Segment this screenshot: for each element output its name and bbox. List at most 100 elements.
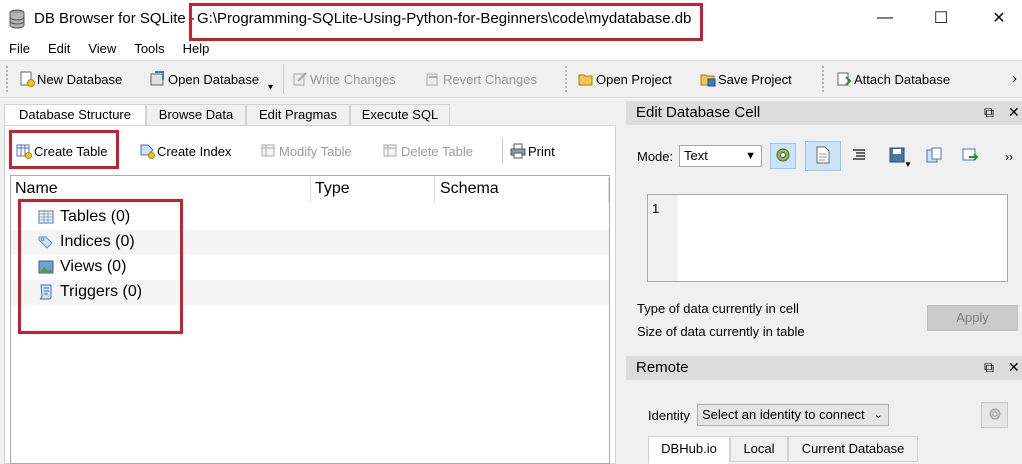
- open-project-label: Open Project: [596, 71, 672, 87]
- write-changes-icon: [292, 71, 308, 87]
- dock-float-icon[interactable]: ⧉: [984, 359, 994, 376]
- create-index-label: Create Index: [157, 143, 232, 159]
- toolbar-overflow-icon[interactable]: ›: [1012, 70, 1017, 87]
- edit-cell-dock-title: Edit Database Cell: [626, 101, 1022, 125]
- save-project-icon: [700, 71, 716, 87]
- database-path: G:\Programming-SQLite-Using-Python-for-B…: [197, 10, 692, 27]
- column-separator: [434, 177, 435, 203]
- identity-label: Identity: [648, 408, 690, 423]
- cell-editor[interactable]: [647, 194, 1008, 282]
- chevron-down-icon: ⌄: [873, 409, 883, 421]
- menu-bar: File Edit View Tools Help: [0, 39, 1022, 59]
- attach-database-label: Attach Database: [854, 71, 951, 87]
- cell-size-info: Size of data currently in table: [637, 324, 805, 339]
- modify-table-button[interactable]: Modify Table: [261, 141, 352, 161]
- mode-label: Mode:: [637, 149, 674, 164]
- remote-dock-title: Remote: [626, 356, 1022, 380]
- dock-close-icon[interactable]: ✕: [1008, 104, 1020, 121]
- chevron-down-icon: ▼: [745, 150, 756, 162]
- toolbar-grip: [6, 66, 10, 92]
- close-button[interactable]: ✕: [976, 0, 1022, 36]
- word-wrap-button[interactable]: [805, 141, 841, 171]
- menu-file[interactable]: File: [9, 39, 30, 59]
- new-database-button[interactable]: New Database: [19, 68, 122, 90]
- database-app-icon: [8, 9, 26, 29]
- create-table-highlight-box: [9, 130, 119, 169]
- menu-tools[interactable]: Tools: [134, 39, 164, 59]
- attach-database-button[interactable]: Attach Database: [836, 68, 950, 90]
- gear-icon: [774, 146, 792, 167]
- delete-table-label: Delete Table: [401, 143, 474, 159]
- export-button[interactable]: [921, 143, 947, 169]
- align-lines-icon: [851, 147, 867, 166]
- print-button[interactable]: Print: [510, 141, 555, 161]
- open-database-dropdown-icon[interactable]: ▾: [268, 82, 273, 93]
- tab-local[interactable]: Local: [730, 436, 788, 462]
- dock-float-icon[interactable]: ⧉: [984, 104, 994, 121]
- print-label: Print: [528, 143, 555, 159]
- modify-table-icon: [261, 143, 277, 159]
- revert-changes-label: Revert Changes: [443, 71, 537, 87]
- column-header-name[interactable]: Name: [15, 180, 58, 198]
- menu-help[interactable]: Help: [183, 39, 210, 59]
- identity-select-value: Select an identity to connect: [702, 407, 865, 422]
- menu-view[interactable]: View: [88, 39, 116, 59]
- mode-select[interactable]: Text ▼: [679, 145, 762, 167]
- maximize-button[interactable]: ☐: [918, 0, 964, 36]
- new-database-label: New Database: [37, 71, 123, 87]
- minimize-button[interactable]: —: [862, 0, 908, 36]
- more-tools-icon[interactable]: ››: [1005, 150, 1013, 164]
- indent-button[interactable]: [846, 143, 872, 169]
- tab-browse-data[interactable]: Browse Data: [146, 104, 246, 126]
- apply-button[interactable]: Apply: [927, 305, 1018, 331]
- write-changes-label: Write Changes: [310, 71, 396, 87]
- cell-type-info: Type of data currently in cell: [637, 301, 799, 316]
- printer-icon: [510, 143, 526, 159]
- tree-highlight-box: [18, 199, 183, 334]
- tab-dbhub[interactable]: DBHub.io: [648, 436, 730, 464]
- tab-current-database[interactable]: Current Database: [788, 436, 918, 462]
- arrow-right-icon: [961, 146, 979, 167]
- menu-edit[interactable]: Edit: [48, 39, 70, 59]
- identity-select[interactable]: Select an identity to connect ⌄: [697, 404, 889, 426]
- column-separator: [608, 177, 609, 203]
- tab-database-structure[interactable]: Database Structure: [4, 104, 146, 127]
- delete-table-button[interactable]: Delete Table: [383, 141, 473, 161]
- dock-close-icon[interactable]: ✕: [1008, 359, 1020, 376]
- open-project-icon: [578, 71, 594, 87]
- mode-select-value: Text: [684, 148, 708, 163]
- delete-table-icon: [383, 143, 399, 159]
- open-database-icon: [150, 71, 166, 87]
- column-header-schema[interactable]: Schema: [440, 180, 499, 198]
- identity-settings-button[interactable]: [981, 402, 1008, 428]
- write-changes-button[interactable]: Write Changes: [292, 68, 396, 90]
- window-title: DB Browser for SQLite -: [34, 10, 195, 27]
- save-project-label: Save Project: [718, 71, 792, 87]
- auto-switch-mode-button[interactable]: [770, 143, 796, 169]
- save-project-button[interactable]: Save Project: [700, 68, 792, 90]
- open-database-button[interactable]: Open Database: [150, 68, 259, 90]
- create-index-button[interactable]: Create Index: [139, 141, 231, 161]
- tab-edit-pragmas[interactable]: Edit Pragmas: [246, 104, 350, 126]
- cloud-settings-icon: [987, 406, 1003, 425]
- toolbar-grip: [822, 66, 826, 92]
- modify-table-label: Modify Table: [279, 143, 352, 159]
- export-icon: [925, 146, 943, 167]
- document-icon: [815, 146, 831, 167]
- line-number: 1: [652, 201, 660, 216]
- set-null-button[interactable]: [957, 143, 983, 169]
- revert-changes-icon: [425, 71, 441, 87]
- open-project-button[interactable]: Open Project: [578, 68, 672, 90]
- create-index-icon: [139, 143, 155, 159]
- tab-execute-sql[interactable]: Execute SQL: [350, 104, 450, 126]
- import-dropdown-icon[interactable]: ▼: [904, 160, 912, 169]
- structure-toolbar-separator: [502, 138, 503, 164]
- new-database-icon: [19, 71, 35, 87]
- attach-database-icon: [836, 71, 852, 87]
- column-header-type[interactable]: Type: [315, 180, 350, 198]
- revert-changes-button[interactable]: Revert Changes: [425, 68, 537, 90]
- toolbar-grip: [565, 66, 569, 92]
- toolbar-separator: [283, 64, 284, 94]
- open-database-label: Open Database: [168, 71, 260, 87]
- column-separator: [310, 177, 311, 203]
